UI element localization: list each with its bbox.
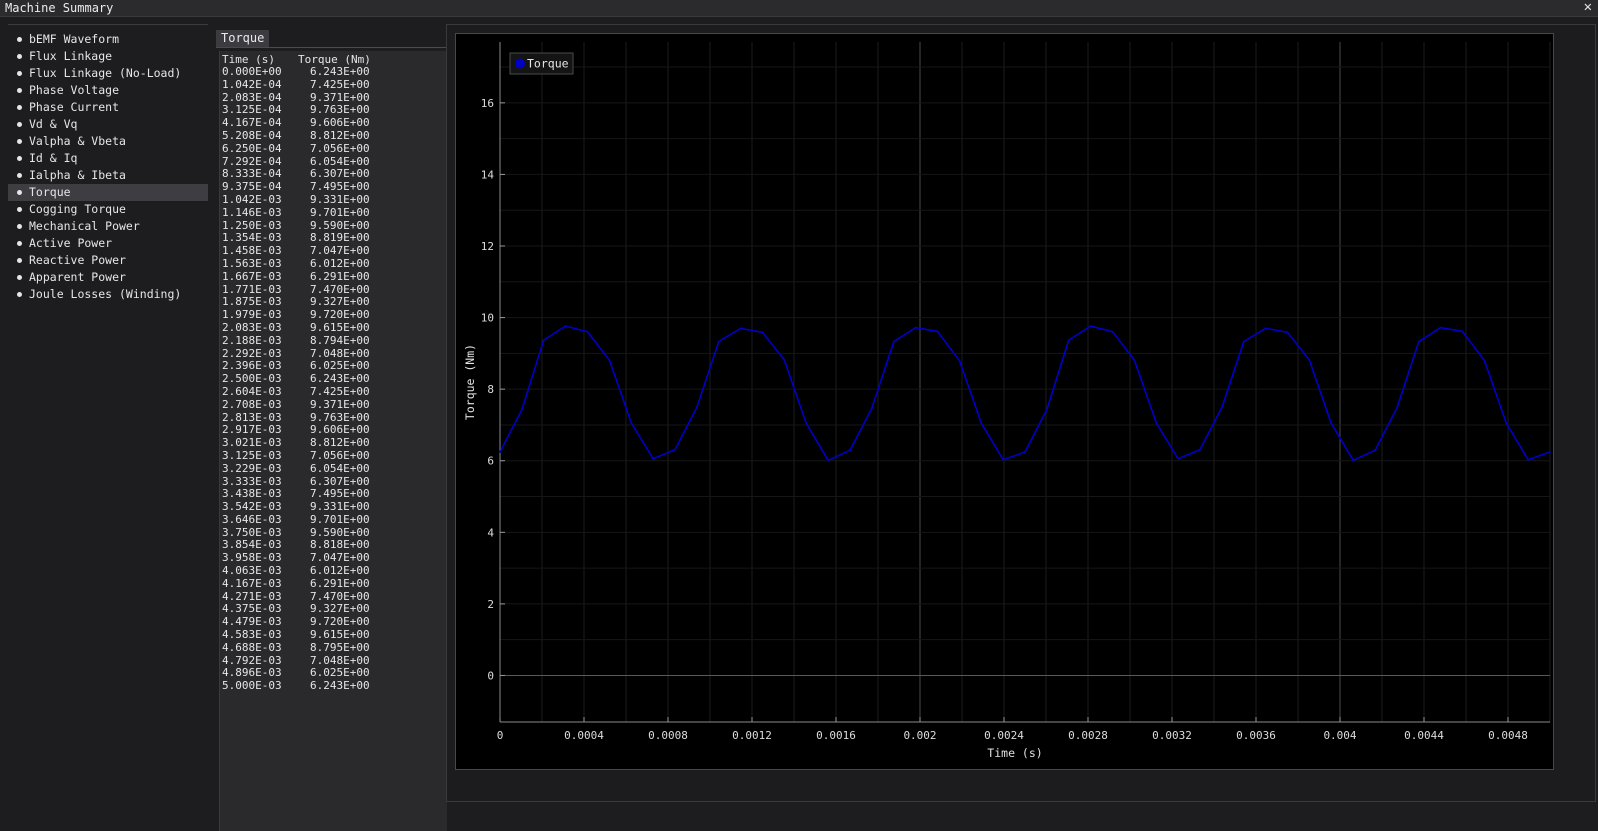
- data-point: [1549, 451, 1551, 453]
- y-tick-label: 2: [487, 598, 494, 611]
- data-point: [696, 406, 698, 409]
- data-point: [958, 359, 961, 362]
- data-point: [1374, 449, 1376, 452]
- data-point: [1111, 330, 1114, 333]
- data-point: [936, 330, 939, 333]
- data-point: [1089, 325, 1092, 327]
- data-point: [1002, 459, 1004, 461]
- y-tick-label: 12: [481, 240, 494, 253]
- data-point: [1483, 359, 1486, 362]
- data-point: [542, 339, 545, 341]
- data-point: [652, 458, 654, 460]
- data-point: [521, 408, 523, 411]
- data-point: [1439, 326, 1442, 329]
- data-point: [586, 330, 589, 333]
- x-tick-label: 0.0044: [1404, 729, 1444, 742]
- data-point: [980, 422, 983, 425]
- data-point: [892, 340, 895, 343]
- series-line-torque: [499, 325, 1551, 462]
- data-point: [1417, 340, 1420, 343]
- y-tick-label: 10: [481, 312, 494, 325]
- data-point: [608, 359, 611, 361]
- data-point: [1286, 331, 1289, 334]
- data-point: [914, 326, 917, 329]
- y-axis-label: Torque (Nm): [463, 344, 477, 420]
- data-point: [1067, 339, 1070, 341]
- data-point: [564, 325, 567, 327]
- data-point: [739, 327, 742, 330]
- data-point: [1155, 422, 1158, 424]
- data-point: [1330, 422, 1332, 425]
- y-tick-label: 6: [487, 455, 494, 468]
- data-point: [1199, 448, 1201, 451]
- x-tick-label: 0.0016: [816, 729, 856, 742]
- x-tick-label: 0.0032: [1152, 729, 1192, 742]
- torque-chart[interactable]: 0 0.0004 0.0008 0.0012 0.0016 0.002 0.0024 0.00…: [0, 0, 1598, 821]
- data-point: [1024, 451, 1026, 453]
- data-point: [1177, 458, 1179, 460]
- data-point: [1352, 459, 1355, 462]
- x-tick-label: 0.0048: [1488, 729, 1528, 742]
- data-point: [718, 340, 720, 343]
- legend-swatch-icon: [515, 58, 525, 69]
- data-point: [761, 331, 764, 334]
- x-tick-label: 0.0036: [1236, 729, 1276, 742]
- y-tick-label: 16: [481, 97, 494, 110]
- x-tick-label: 0.002: [903, 729, 936, 742]
- y-tick-label: 4: [487, 526, 494, 539]
- x-tick-label: 0.0008: [648, 729, 688, 742]
- x-tick-label: 0.0012: [732, 729, 772, 742]
- data-point: [871, 407, 873, 409]
- data-point: [1133, 359, 1136, 361]
- x-tick-label: 0: [497, 729, 504, 742]
- data-point: [674, 448, 676, 451]
- data-point: [849, 449, 851, 452]
- data-point: [1046, 408, 1048, 411]
- data-point: [499, 451, 501, 453]
- y-tick-label: 0: [487, 669, 494, 682]
- x-tick-label: 0.004: [1323, 729, 1356, 742]
- data-point: [1264, 327, 1267, 330]
- x-tick-label: 0.0004: [564, 729, 604, 742]
- data-point: [783, 359, 786, 361]
- y-tick-label: 8: [487, 383, 494, 396]
- data-point: [827, 459, 830, 462]
- data-point: [1308, 359, 1311, 361]
- data-point: [1396, 407, 1398, 409]
- x-tick-label: 0.0028: [1068, 729, 1108, 742]
- x-tick-label: 0.0024: [984, 729, 1024, 742]
- data-point: [1243, 340, 1245, 343]
- data-point: [1221, 406, 1223, 409]
- data-point: [805, 422, 807, 425]
- legend-label: Torque: [527, 57, 569, 71]
- data-point: [1527, 459, 1529, 461]
- data-point: [1505, 422, 1508, 425]
- data-point: [630, 422, 633, 424]
- y-tick-label: 14: [481, 168, 495, 181]
- data-point: [1461, 330, 1464, 333]
- x-axis-label: Time (s): [987, 746, 1042, 760]
